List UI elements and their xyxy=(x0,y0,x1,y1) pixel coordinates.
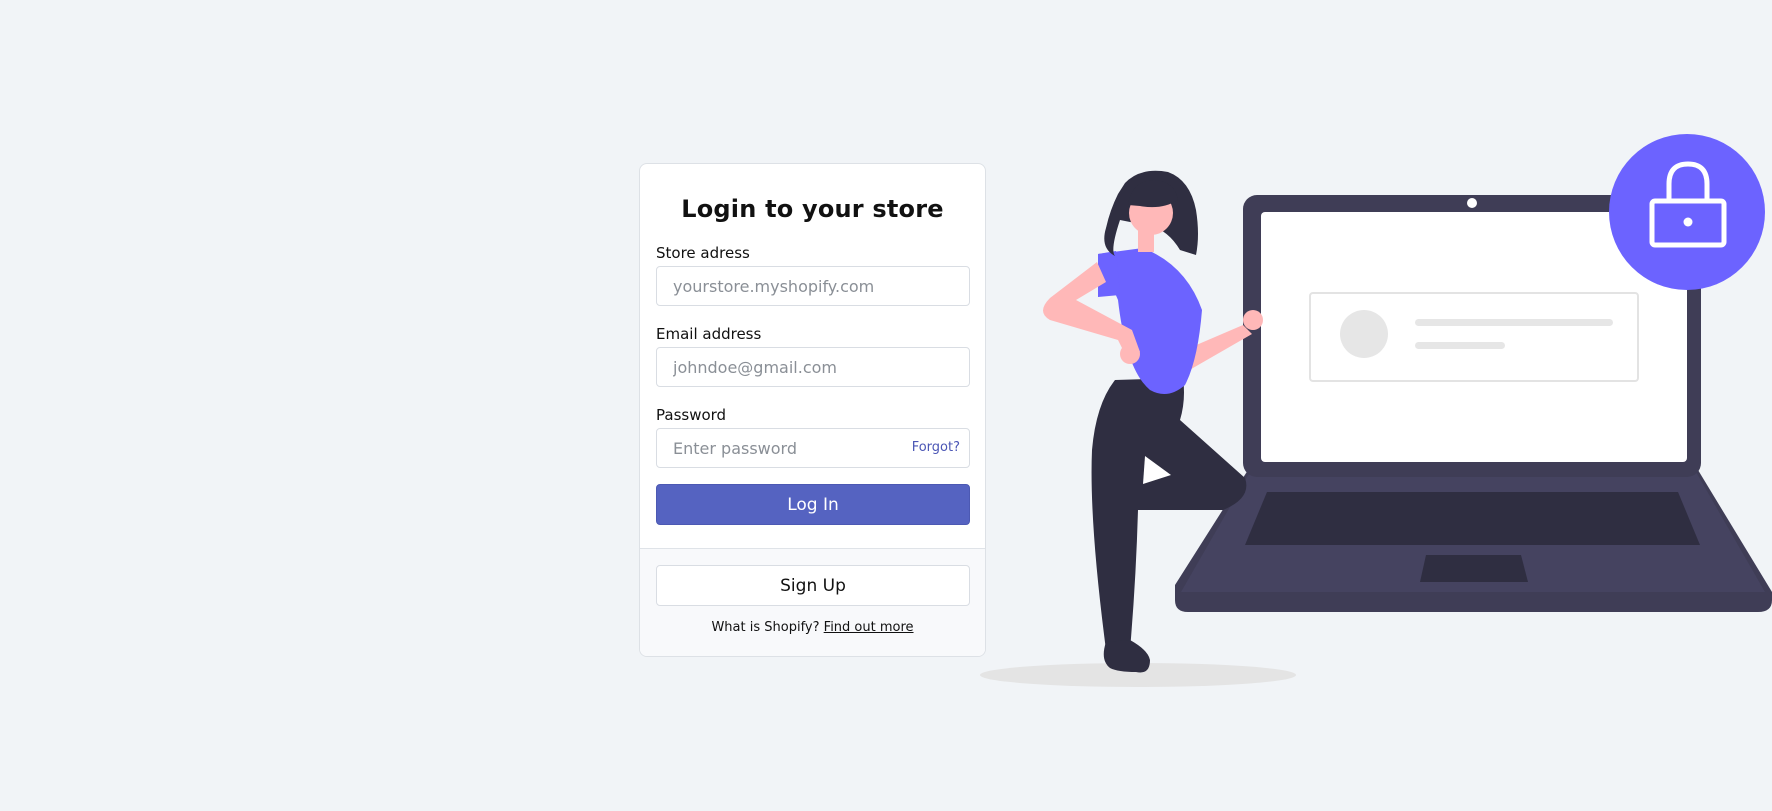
login-card: Login to your store Store adress Email a… xyxy=(639,163,986,657)
login-form: Login to your store Store adress Email a… xyxy=(640,164,985,548)
email-label: Email address xyxy=(656,325,762,343)
store-address-input[interactable] xyxy=(656,266,970,306)
login-page: Login to your store Store adress Email a… xyxy=(0,0,1772,811)
screen-avatar xyxy=(1340,310,1388,358)
signup-button[interactable]: Sign Up xyxy=(656,565,970,606)
find-out-more-link[interactable]: Find out more xyxy=(824,620,914,635)
email-wrap xyxy=(656,347,970,387)
password-label: Password xyxy=(656,406,727,424)
page-title: Login to your store xyxy=(681,195,944,223)
login-illustration xyxy=(980,134,1772,687)
store-address-wrap xyxy=(656,266,970,306)
woman-shoe xyxy=(1103,640,1150,673)
store-address-label: Store adress xyxy=(656,244,750,262)
laptop-camera xyxy=(1467,198,1477,208)
laptop-keyboard xyxy=(1245,492,1700,545)
signup-section: Sign Up What is Shopify? Find out more xyxy=(640,549,985,656)
laptop-trackpad xyxy=(1420,555,1528,582)
footer-prefix: What is Shopify? xyxy=(711,620,820,635)
email-field[interactable] xyxy=(656,347,970,387)
forgot-password-link[interactable]: Forgot? xyxy=(912,440,960,455)
lock-icon xyxy=(1609,134,1765,290)
password-wrap: Forgot? xyxy=(656,428,970,468)
login-button[interactable]: Log In xyxy=(656,484,970,525)
footer-text: What is Shopify? Find out more xyxy=(656,620,969,635)
